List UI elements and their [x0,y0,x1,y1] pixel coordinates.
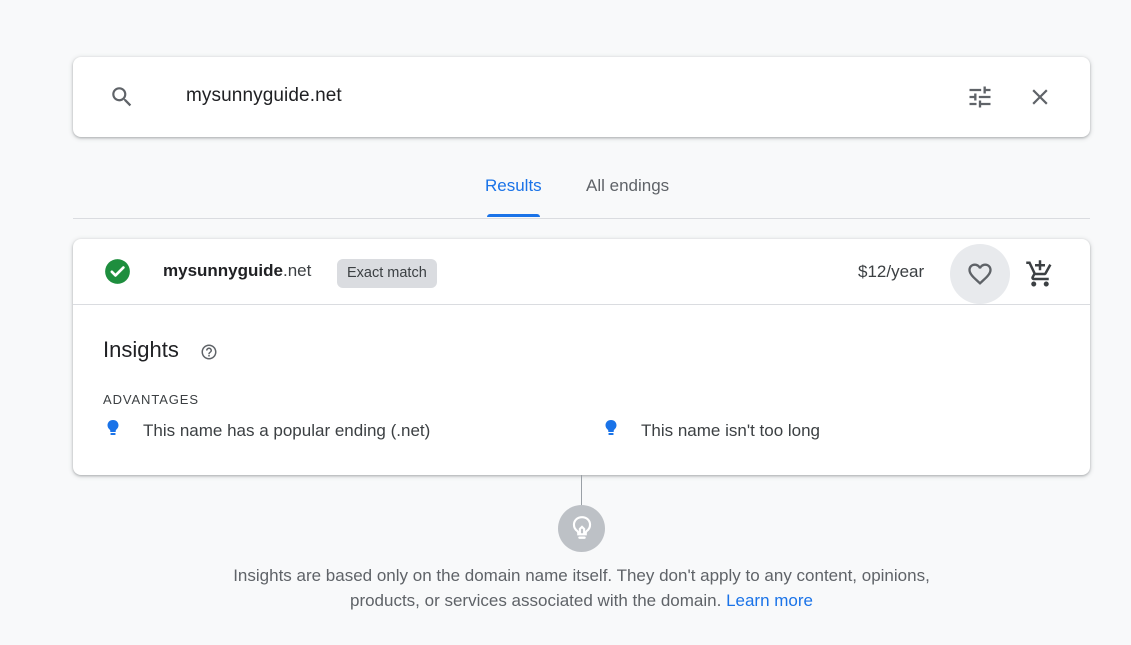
clear-search-button[interactable] [1022,79,1058,115]
tab-all-endings[interactable]: All endings [586,176,669,196]
learn-more-link[interactable]: Learn more [726,591,813,610]
exact-match-badge: Exact match [337,259,437,288]
lightbulb-icon [558,505,605,552]
insights-disclaimer: Insights are based only on the domain na… [200,563,963,613]
domain-name[interactable]: mysunnyguide.net [163,261,311,281]
advantage-item: This name isn't too long [605,420,821,441]
domain-sld: mysunnyguide [163,261,283,280]
lightbulb-icon [603,419,619,439]
search-bar: mysunnyguide.net [73,57,1090,137]
advantage-text: This name isn't too long [641,421,821,440]
advantage-text: This name has a popular ending (.net) [143,421,431,440]
advantage-item: This name has a popular ending (.net) [107,420,431,441]
filter-button[interactable] [962,79,998,115]
domain-result-card: mysunnyguide.net Exact match $12/year In… [73,239,1090,475]
add-to-cart-button[interactable] [1020,256,1060,292]
search-icon[interactable] [109,84,135,110]
domain-result-row: mysunnyguide.net Exact match $12/year [73,239,1090,305]
domain-tld: .net [282,261,312,280]
favorite-button[interactable] [950,244,1010,304]
advantages-label: ADVANTAGES [103,392,199,407]
tab-results[interactable]: Results [485,176,542,217]
connector-line [581,475,582,505]
add-to-cart-icon [1026,260,1052,287]
insights-title: Insights [103,337,179,362]
lightbulb-icon [105,419,121,439]
heart-icon [968,263,992,285]
help-circle-icon[interactable] [200,343,218,361]
close-icon [1032,89,1048,105]
check-circle-icon [104,258,131,285]
domain-price: $12/year [858,262,925,281]
disclaimer-text: Insights are based only on the domain na… [233,566,930,610]
results-tabs: Results All endings [73,160,1090,219]
tune-icon [969,86,991,108]
search-input[interactable]: mysunnyguide.net [186,85,342,107]
